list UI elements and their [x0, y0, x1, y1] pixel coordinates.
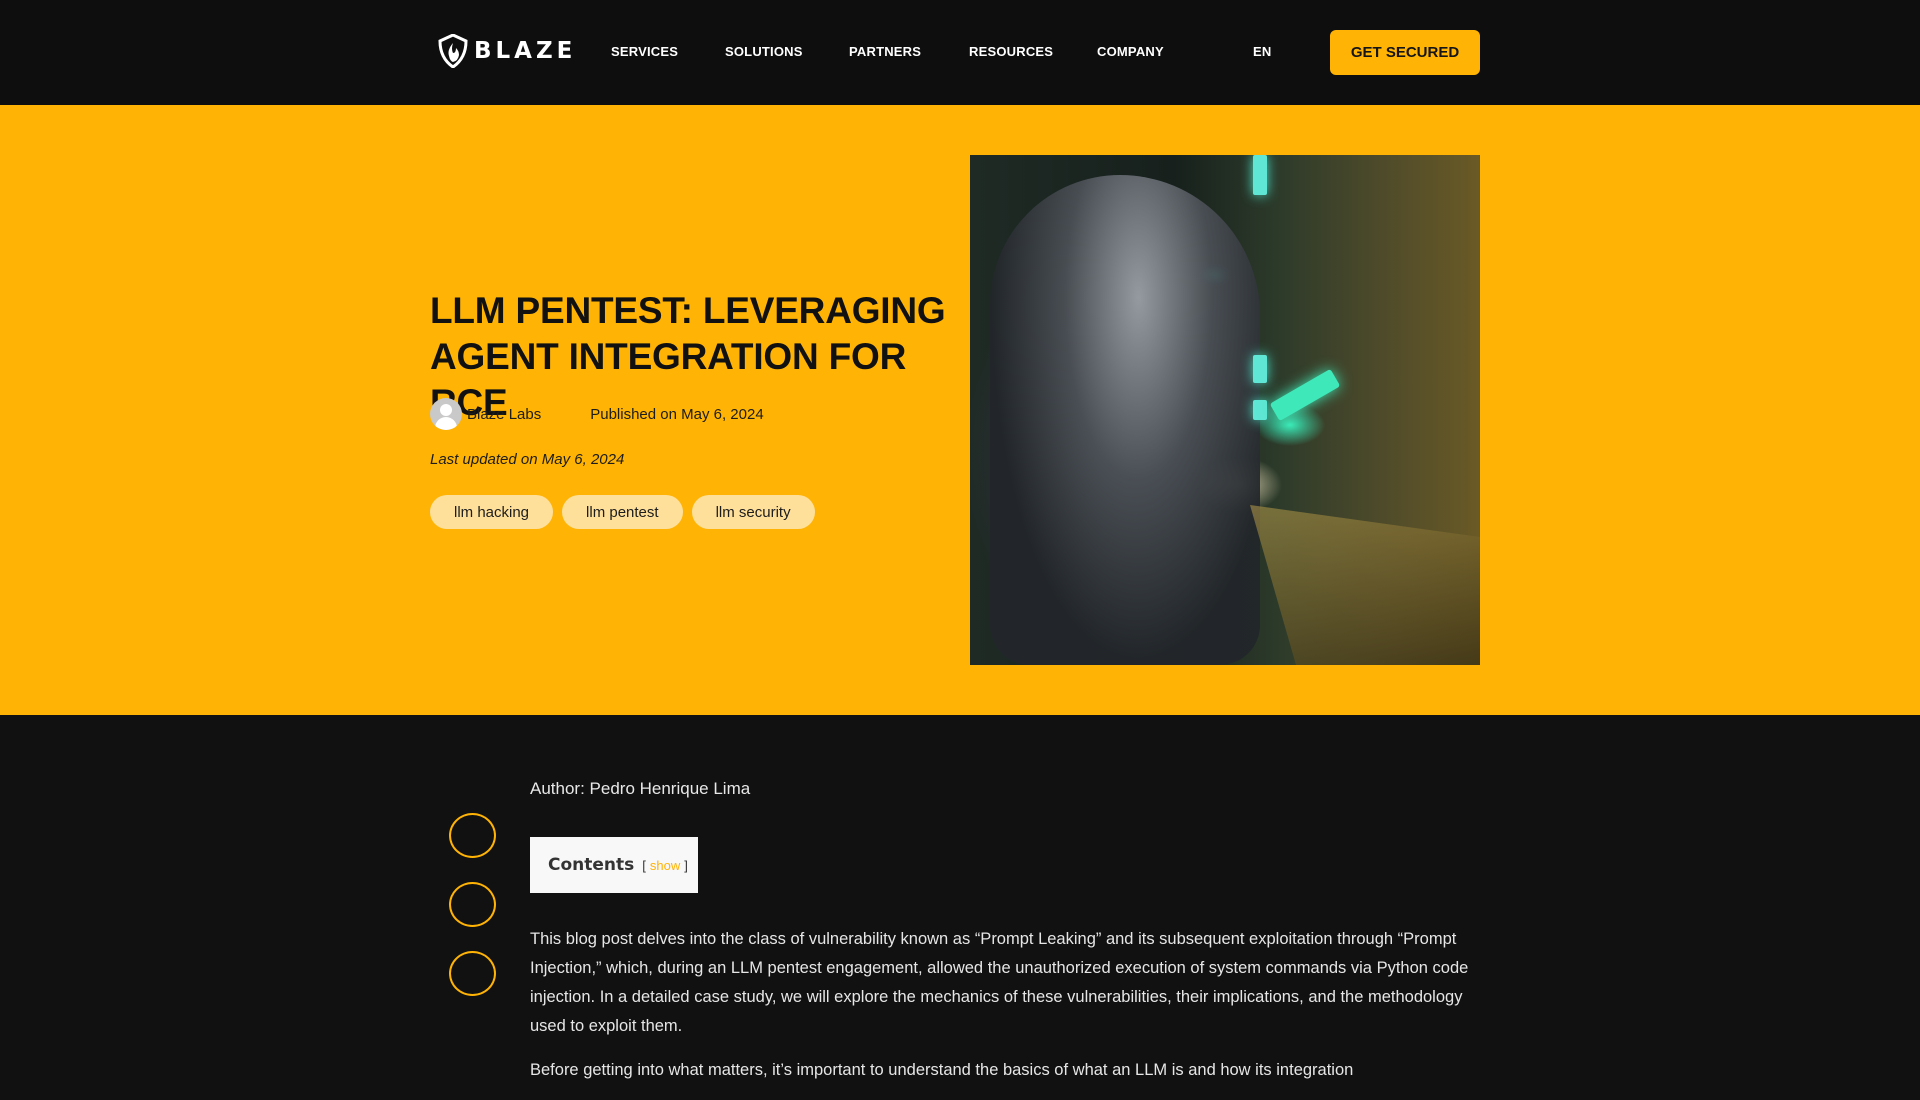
article-author: Author: Pedro Henrique Lima	[530, 779, 751, 798]
article-paragraph: Before getting into what matters, it’s i…	[530, 1061, 1354, 1079]
nav-services[interactable]: SERVICES	[611, 44, 678, 59]
nav-solutions[interactable]: SOLUTIONS	[725, 44, 803, 59]
nav-resources[interactable]: RESOURCES	[969, 44, 1053, 59]
avatar-body-shape	[435, 417, 457, 430]
avatar	[430, 398, 462, 430]
share-button[interactable]	[449, 882, 496, 927]
share-buttons	[449, 813, 496, 1020]
tag-llm-hacking[interactable]: llm hacking	[430, 495, 554, 529]
toc-bracket-close: ]	[684, 857, 688, 873]
article-body: This blog post delves into the class of …	[530, 925, 1470, 1100]
article-paragraph: This blog post delves into the class of …	[530, 930, 1469, 1035]
hero-section: LLM PENTEST: LEVERAGING AGENT INTEGRATIO…	[0, 105, 1920, 715]
ceiling-light-shape	[1253, 355, 1267, 383]
share-button[interactable]	[449, 813, 496, 858]
site-header: BLAZE SERVICES SOLUTIONS PARTNERS RESOUR…	[0, 0, 1920, 105]
language-selector[interactable]: EN	[1253, 44, 1271, 59]
featured-image	[970, 155, 1480, 665]
main-nav: SERVICES SOLUTIONS PARTNERS RESOURCES CO…	[0, 0, 1920, 105]
post-author[interactable]: Blaze Labs	[467, 406, 541, 423]
subway-platform-shape	[1250, 505, 1480, 665]
updated-date: Last updated on May 6, 2024	[430, 451, 625, 468]
tag-llm-pentest[interactable]: llm pentest	[562, 495, 683, 529]
ceiling-light-shape	[1253, 400, 1267, 420]
toc-title: Contents	[548, 855, 635, 875]
nav-partners[interactable]: PARTNERS	[849, 44, 921, 59]
avatar-head-shape	[440, 404, 452, 416]
get-secured-button[interactable]: GET SECURED	[1330, 30, 1480, 75]
syringe-shape	[1269, 368, 1341, 422]
post-meta: Blaze Labs Published on May 6, 2024	[430, 398, 764, 430]
cyborg-figure-shape	[990, 175, 1260, 665]
toc-bracket-open: [	[642, 857, 646, 873]
tag-list: llm hacking llm pentest llm security	[430, 495, 815, 529]
ceiling-light-shape	[1253, 155, 1267, 195]
table-of-contents: Contents [ show ]	[530, 837, 698, 893]
toc-show-toggle[interactable]: show	[650, 858, 680, 873]
published-date: Published on May 6, 2024	[590, 405, 764, 423]
tag-llm-security[interactable]: llm security	[691, 495, 815, 529]
share-button[interactable]	[449, 951, 496, 996]
nav-company[interactable]: COMPANY	[1097, 44, 1164, 59]
